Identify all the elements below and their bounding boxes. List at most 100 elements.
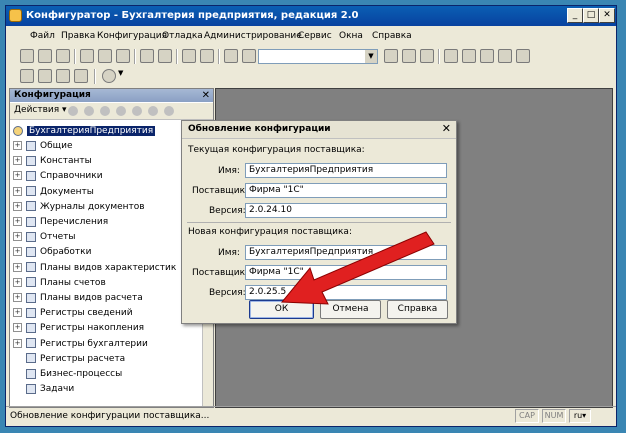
expand-icon[interactable]: + bbox=[13, 156, 22, 166]
menu-file[interactable]: Файл bbox=[30, 31, 55, 41]
expand-icon[interactable]: + bbox=[13, 277, 22, 287]
expand-icon[interactable]: + bbox=[13, 201, 22, 211]
tree-item[interactable]: + Планы видов характеристик bbox=[13, 261, 176, 275]
tree-item[interactable]: + Перечисления bbox=[13, 215, 108, 229]
expand-icon[interactable]: + bbox=[13, 308, 22, 318]
move-down-icon[interactable] bbox=[148, 106, 158, 116]
load-configuration-icon[interactable] bbox=[74, 69, 88, 83]
tree-item-icon bbox=[26, 368, 36, 379]
toolbar-more-icon[interactable] bbox=[516, 49, 530, 63]
tree-item[interactable]: Бизнес-процессы bbox=[13, 367, 122, 381]
run-debug-icon[interactable] bbox=[102, 69, 116, 83]
tree-item[interactable]: + Документы bbox=[13, 185, 94, 199]
paste-icon[interactable] bbox=[116, 49, 130, 63]
tree-item[interactable]: Регистры расчета bbox=[13, 352, 125, 366]
current-vendor-field[interactable]: Фирма "1С" bbox=[245, 183, 447, 198]
close-button[interactable]: ✕ bbox=[599, 8, 615, 23]
menu-service[interactable]: Сервис bbox=[298, 31, 332, 41]
undo-icon[interactable] bbox=[182, 49, 196, 63]
tree-item-label: Справочники bbox=[40, 171, 103, 182]
find-in-files-icon[interactable] bbox=[224, 49, 238, 63]
tree-item[interactable]: + Журналы документов bbox=[13, 200, 145, 214]
actions-menu[interactable]: Действия ▾ bbox=[14, 105, 67, 115]
syntax-assistant-icon[interactable] bbox=[462, 49, 476, 63]
print-icon[interactable] bbox=[140, 49, 154, 63]
menu-administration[interactable]: Администрирование bbox=[204, 31, 302, 41]
tree-item[interactable]: + Регистры бухгалтерии bbox=[13, 337, 148, 351]
tree-item[interactable]: + Планы видов расчета bbox=[13, 291, 143, 305]
add-icon[interactable] bbox=[68, 106, 78, 116]
tree-item[interactable]: + Общие bbox=[13, 139, 73, 153]
app-icon bbox=[9, 9, 22, 22]
ok-button[interactable]: ОК bbox=[249, 300, 314, 319]
cut-icon[interactable] bbox=[80, 49, 94, 63]
new-version-field[interactable]: 2.0.25.5 bbox=[245, 285, 447, 300]
menu-windows[interactable]: Окна bbox=[339, 31, 363, 41]
help-button[interactable]: Справка bbox=[387, 300, 448, 319]
language-indicator[interactable]: ru▾ bbox=[569, 409, 591, 423]
redo-icon[interactable] bbox=[200, 49, 214, 63]
update-database-icon[interactable] bbox=[38, 69, 52, 83]
tree-item-label: Регистры накопления bbox=[40, 323, 145, 334]
sort-icon[interactable] bbox=[164, 106, 174, 116]
status-bar: Обновление конфигурации поставщика... CA… bbox=[6, 406, 616, 426]
new-name-field[interactable]: БухгалтерияПредприятия bbox=[245, 245, 447, 260]
open-configuration-icon[interactable] bbox=[20, 69, 34, 83]
find-prev-icon[interactable] bbox=[402, 49, 416, 63]
expand-icon[interactable]: + bbox=[13, 141, 22, 150]
close-icon[interactable]: ✕ bbox=[202, 89, 210, 102]
current-version-field[interactable]: 2.0.24.10 bbox=[245, 203, 447, 218]
search-combobox[interactable]: ▼ bbox=[258, 49, 378, 64]
expand-icon[interactable]: + bbox=[13, 262, 22, 272]
maximize-button[interactable]: □ bbox=[583, 8, 599, 23]
tree-item[interactable]: + Константы bbox=[13, 154, 92, 168]
save-icon[interactable] bbox=[56, 49, 70, 63]
tree-item[interactable]: + Планы счетов bbox=[13, 276, 106, 290]
tree-item[interactable]: + Справочники bbox=[13, 169, 103, 183]
find-next-icon[interactable] bbox=[384, 49, 398, 63]
info-icon[interactable] bbox=[498, 49, 512, 63]
tree-item[interactable]: + Регистры накопления bbox=[13, 321, 144, 335]
tree-item[interactable]: + Отчеты bbox=[13, 230, 76, 244]
expand-icon[interactable]: + bbox=[13, 247, 22, 257]
template-icon[interactable] bbox=[480, 49, 494, 63]
tree-item[interactable]: + Обработки bbox=[13, 245, 91, 259]
menu-debug[interactable]: Отладка bbox=[162, 31, 203, 41]
tree-root[interactable]: БухгалтерияПредприятия bbox=[13, 124, 156, 138]
expand-icon[interactable]: + bbox=[13, 186, 22, 196]
find-all-icon[interactable] bbox=[420, 49, 434, 63]
chevron-down-icon[interactable]: ▼ bbox=[365, 50, 377, 63]
new-vendor-field[interactable]: Фирма "1С" bbox=[245, 265, 447, 280]
expand-icon[interactable]: + bbox=[13, 293, 22, 302]
copy-icon[interactable] bbox=[98, 49, 112, 63]
new-icon[interactable] bbox=[20, 49, 34, 63]
expand-icon[interactable]: + bbox=[13, 323, 22, 333]
expand-icon[interactable]: + bbox=[13, 338, 22, 348]
tree-item[interactable]: + Регистры сведений bbox=[13, 306, 133, 320]
expand-icon[interactable]: + bbox=[13, 232, 22, 242]
menu-help[interactable]: Справка bbox=[372, 31, 412, 41]
close-icon[interactable]: ✕ bbox=[442, 122, 451, 135]
minimize-button[interactable]: _ bbox=[567, 8, 583, 23]
open-icon[interactable] bbox=[38, 49, 52, 63]
current-name-field[interactable]: БухгалтерияПредприятия bbox=[245, 163, 447, 178]
new-vendor-label: Поставщик: bbox=[192, 268, 249, 278]
tree-item-icon bbox=[26, 216, 36, 227]
cancel-button[interactable]: Отмена bbox=[320, 300, 381, 319]
edit-icon[interactable] bbox=[84, 106, 94, 116]
delete-icon[interactable] bbox=[116, 106, 126, 116]
preview-icon[interactable] bbox=[158, 49, 172, 63]
expand-icon[interactable]: + bbox=[13, 217, 22, 226]
expand-icon[interactable]: + bbox=[13, 171, 22, 181]
copy-icon[interactable] bbox=[100, 106, 110, 116]
window-icon[interactable] bbox=[444, 49, 458, 63]
menu-edit[interactable]: Правка bbox=[61, 31, 95, 41]
search-icon[interactable] bbox=[242, 49, 256, 63]
tree-item-icon bbox=[26, 170, 36, 181]
new-section-label: Новая конфигурация поставщика: bbox=[188, 227, 352, 237]
chevron-down-icon[interactable]: ▼ bbox=[118, 69, 132, 83]
menu-configuration[interactable]: Конфигурация bbox=[97, 31, 167, 41]
move-up-icon[interactable] bbox=[132, 106, 142, 116]
compare-icon[interactable] bbox=[56, 69, 70, 83]
tree-item[interactable]: Задачи bbox=[13, 382, 74, 396]
